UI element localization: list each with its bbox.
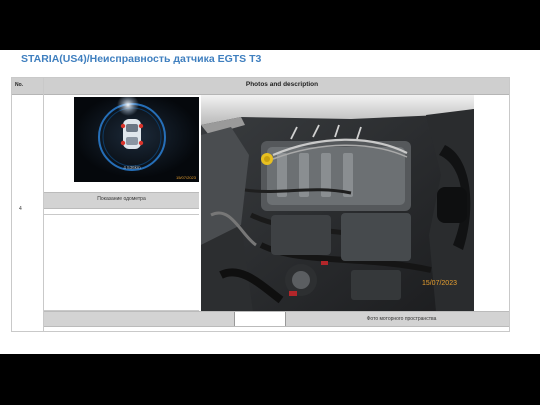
photos-table: No. Photos and description 4 4 536km 15/… xyxy=(11,77,510,332)
row-number: 4 xyxy=(19,206,22,212)
odometer-caption: Показание одометра xyxy=(97,196,146,202)
table-header-row: No. Photos and description xyxy=(12,78,509,95)
header-no: No. xyxy=(15,82,24,88)
slide: STARIA(US4)/Неисправность датчика EGTS T… xyxy=(0,50,540,354)
engine-bay-caption: Фото моторного пространства xyxy=(366,316,437,322)
caption-gap-cell xyxy=(234,312,286,326)
odometer-date-stamp: 15/07/2023 xyxy=(176,175,197,180)
empty-photo-cell xyxy=(44,214,199,311)
header-photos-description: Photos and description xyxy=(245,81,319,88)
odometer-readout: 4 536km xyxy=(123,165,141,170)
odometer-photo: 4 536km 15/07/2023 xyxy=(74,97,199,182)
page-title: STARIA(US4)/Неисправность датчика EGTS T… xyxy=(21,53,262,65)
engine-caption-box: Фото моторного пространства xyxy=(44,311,509,327)
engine-bay-photo: 15/07/2023 xyxy=(201,95,474,312)
engine-date-stamp: 15/07/2023 xyxy=(422,280,457,287)
odometer-caption-box: Показание одометра xyxy=(44,192,199,209)
right-divider xyxy=(509,95,510,311)
